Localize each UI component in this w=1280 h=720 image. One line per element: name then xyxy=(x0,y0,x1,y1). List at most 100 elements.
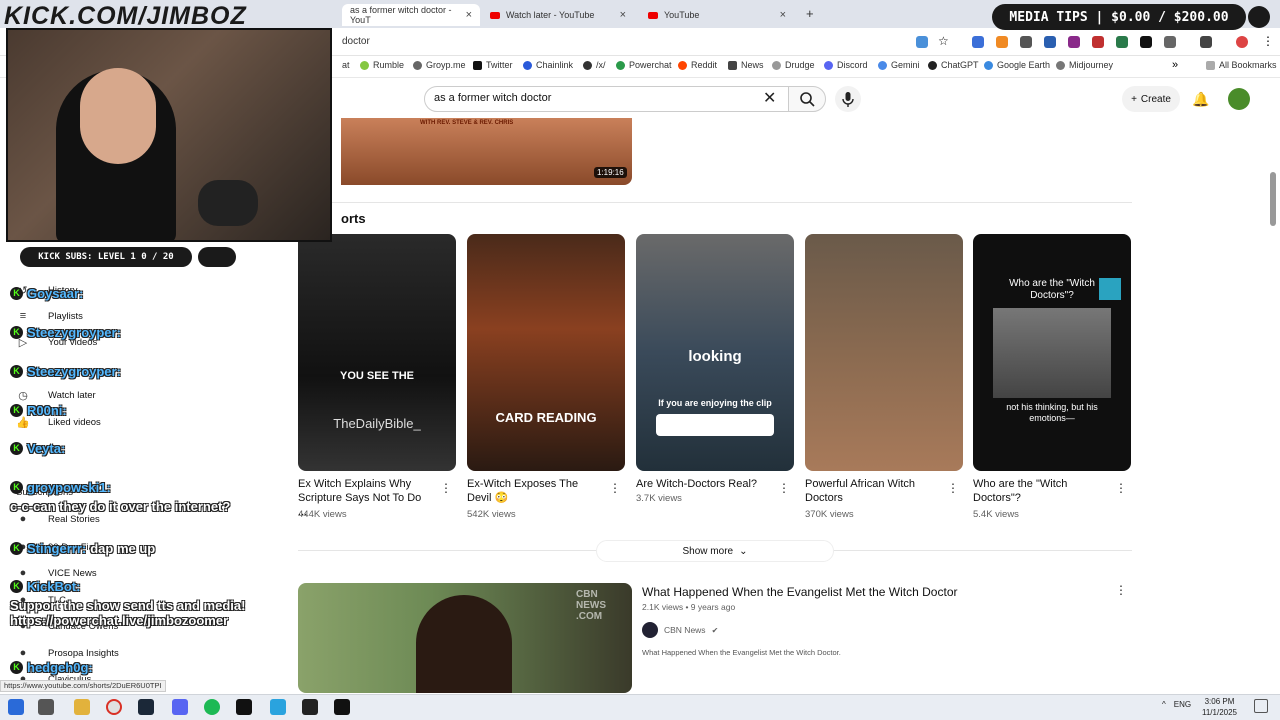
more-options-icon[interactable]: ⋮ xyxy=(1115,481,1127,495)
close-icon[interactable]: × xyxy=(780,9,786,21)
more-options-icon[interactable]: ⋮ xyxy=(609,481,621,495)
terminal-icon[interactable] xyxy=(236,699,252,715)
bookmark-item[interactable]: Chainlink xyxy=(523,60,573,70)
clock[interactable]: 3:06 PM 11/1/2025 xyxy=(1202,696,1237,718)
video-thumbnail[interactable] xyxy=(341,118,632,185)
video-title[interactable]: What Happened When the Evangelist Met th… xyxy=(642,585,958,599)
clear-search-icon[interactable]: ✕ xyxy=(763,88,776,108)
bookmark-item[interactable]: Drudge xyxy=(772,60,815,70)
more-options-icon[interactable]: ⋮ xyxy=(947,481,959,495)
sidebar-item-channel[interactable]: ● Real Stories xyxy=(16,513,100,525)
bookmark-item[interactable]: Groyp.me xyxy=(413,60,466,70)
tab-search[interactable]: as a former witch doctor - YouT × xyxy=(342,4,480,26)
file-explorer-icon[interactable] xyxy=(74,699,90,715)
video-thumbnail[interactable]: CBN NEWS .COM xyxy=(298,583,632,693)
search-button[interactable] xyxy=(788,86,826,112)
voice-search-button[interactable] xyxy=(835,86,861,112)
chat-username: Goysaar: xyxy=(27,286,84,301)
scrollbar-thumb[interactable] xyxy=(1270,172,1276,226)
language-indicator[interactable]: ENG xyxy=(1174,700,1191,709)
playlist-icon: ≡ xyxy=(19,310,27,322)
short-title[interactable]: Who are the "Witch Doctors"? xyxy=(973,477,1105,505)
extension-icon[interactable] xyxy=(1044,36,1056,48)
sidebar-item-watch-later[interactable]: ◷ Watch later xyxy=(16,389,96,402)
extension-icon[interactable] xyxy=(1068,36,1080,48)
steam-icon[interactable] xyxy=(138,699,154,715)
clock-icon: ◷ xyxy=(18,390,28,402)
bookmark-item[interactable]: Gemini xyxy=(878,60,920,70)
telegram-icon[interactable] xyxy=(270,699,286,715)
short-thumbnail[interactable]: Who are the "Witch Doctors"? not his thi… xyxy=(973,234,1131,471)
sidebar-item-channel[interactable]: ● VICE News xyxy=(16,567,97,579)
video-description: What Happened When the Evangelist Met th… xyxy=(642,648,841,657)
tab-label: YouTube xyxy=(664,10,700,20)
profile-icon[interactable] xyxy=(1236,36,1248,48)
bookmark-item[interactable]: Google Earth xyxy=(984,60,1050,70)
more-options-icon[interactable]: ⋮ xyxy=(440,481,452,495)
more-options-icon[interactable]: ⋮ xyxy=(1115,583,1127,597)
extension-icon[interactable] xyxy=(1116,36,1128,48)
bookmark-item[interactable]: Twitter xyxy=(473,60,513,70)
tab-watch-later[interactable]: Watch later - YouTube × xyxy=(482,4,634,26)
bookmark-item[interactable]: Midjourney xyxy=(1056,60,1113,70)
tab-youtube[interactable]: YouTube × xyxy=(640,4,794,26)
metamask-icon[interactable] xyxy=(996,36,1008,48)
short-title[interactable]: Ex-Witch Exposes The Devil 😳 xyxy=(467,477,599,505)
sidebar-item-channel[interactable]: ● Prosopa Insights xyxy=(16,647,119,659)
chrome-icon[interactable] xyxy=(106,699,122,715)
bookmark-item[interactable]: /x/ xyxy=(583,60,606,70)
more-options-icon[interactable]: ⋮ xyxy=(778,481,790,495)
short-title[interactable]: Powerful African Witch Doctors xyxy=(805,477,937,505)
close-icon[interactable]: × xyxy=(466,9,472,21)
bookmark-item[interactable]: Powerchat xyxy=(616,60,672,70)
system-tray[interactable]: ^ ENG xyxy=(1162,700,1191,709)
windows-start-icon[interactable] xyxy=(8,699,24,715)
close-icon[interactable]: × xyxy=(620,9,626,21)
avatar[interactable] xyxy=(1228,88,1250,110)
puzzle-icon[interactable] xyxy=(1164,36,1176,48)
extension-icon[interactable] xyxy=(1092,36,1104,48)
sidebar-item-playlists[interactable]: ≡ Playlists xyxy=(16,310,83,322)
short-thumbnail[interactable] xyxy=(805,234,963,471)
chevron-up-icon[interactable]: ^ xyxy=(1162,700,1166,709)
search-query[interactable]: as a former witch doctor xyxy=(434,92,551,104)
epic-games-icon[interactable] xyxy=(334,699,350,715)
notifications-icon[interactable] xyxy=(1254,699,1268,713)
extension-icon[interactable] xyxy=(972,36,984,48)
all-bookmarks-button[interactable]: All Bookmarks xyxy=(1206,60,1277,70)
kick-badge-icon: K xyxy=(10,365,23,378)
task-view-icon[interactable] xyxy=(38,699,54,715)
short-thumbnail[interactable]: looking If you are enjoying the clip xyxy=(636,234,794,471)
duration-badge: 1:19:16 xyxy=(594,167,627,178)
bookmark-item[interactable]: ChatGPT xyxy=(928,60,979,70)
install-icon[interactable] xyxy=(916,36,928,48)
short-title[interactable]: Are Witch-Doctors Real? xyxy=(636,477,768,491)
short-views: 370K views xyxy=(805,509,854,520)
short-thumbnail[interactable]: YOU SEE THE TheDailyBible_ xyxy=(298,234,456,471)
shield-icon[interactable] xyxy=(1020,36,1032,48)
webcam-feed xyxy=(6,28,332,242)
spotify-icon[interactable] xyxy=(204,699,220,715)
discord-icon[interactable] xyxy=(172,699,188,715)
show-more-button[interactable]: Show more ⌄ xyxy=(596,540,834,562)
bookmark-item[interactable]: Reddit xyxy=(678,60,717,70)
url-text[interactable]: doctor xyxy=(342,36,370,47)
new-tab-button[interactable]: + xyxy=(806,6,814,21)
chevron-right-icon[interactable]: » xyxy=(1172,59,1178,71)
bookmark-star-icon[interactable]: ☆ xyxy=(938,34,949,48)
channel-logo xyxy=(1099,278,1121,300)
notifications-icon[interactable]: 🔔 xyxy=(1192,91,1209,108)
bookmark-item[interactable]: at xyxy=(342,60,350,70)
obs-icon[interactable] xyxy=(302,699,318,715)
channel-link[interactable]: CBN News ✔ xyxy=(642,622,718,638)
bookmark-label: /x/ xyxy=(596,60,606,70)
bookmark-item[interactable]: Rumble xyxy=(360,60,404,70)
short-thumbnail[interactable]: CARD READING xyxy=(467,234,625,471)
x-icon[interactable] xyxy=(1140,36,1152,48)
create-button[interactable]: + Create xyxy=(1122,86,1180,112)
bookmark-item[interactable]: Discord xyxy=(824,60,868,70)
menu-icon[interactable]: ⋮ xyxy=(1262,34,1274,48)
chat-text: c-c-can they do it over the internet? xyxy=(10,499,231,514)
sidepanel-icon[interactable] xyxy=(1200,36,1212,48)
bookmark-item[interactable]: News xyxy=(728,60,764,70)
